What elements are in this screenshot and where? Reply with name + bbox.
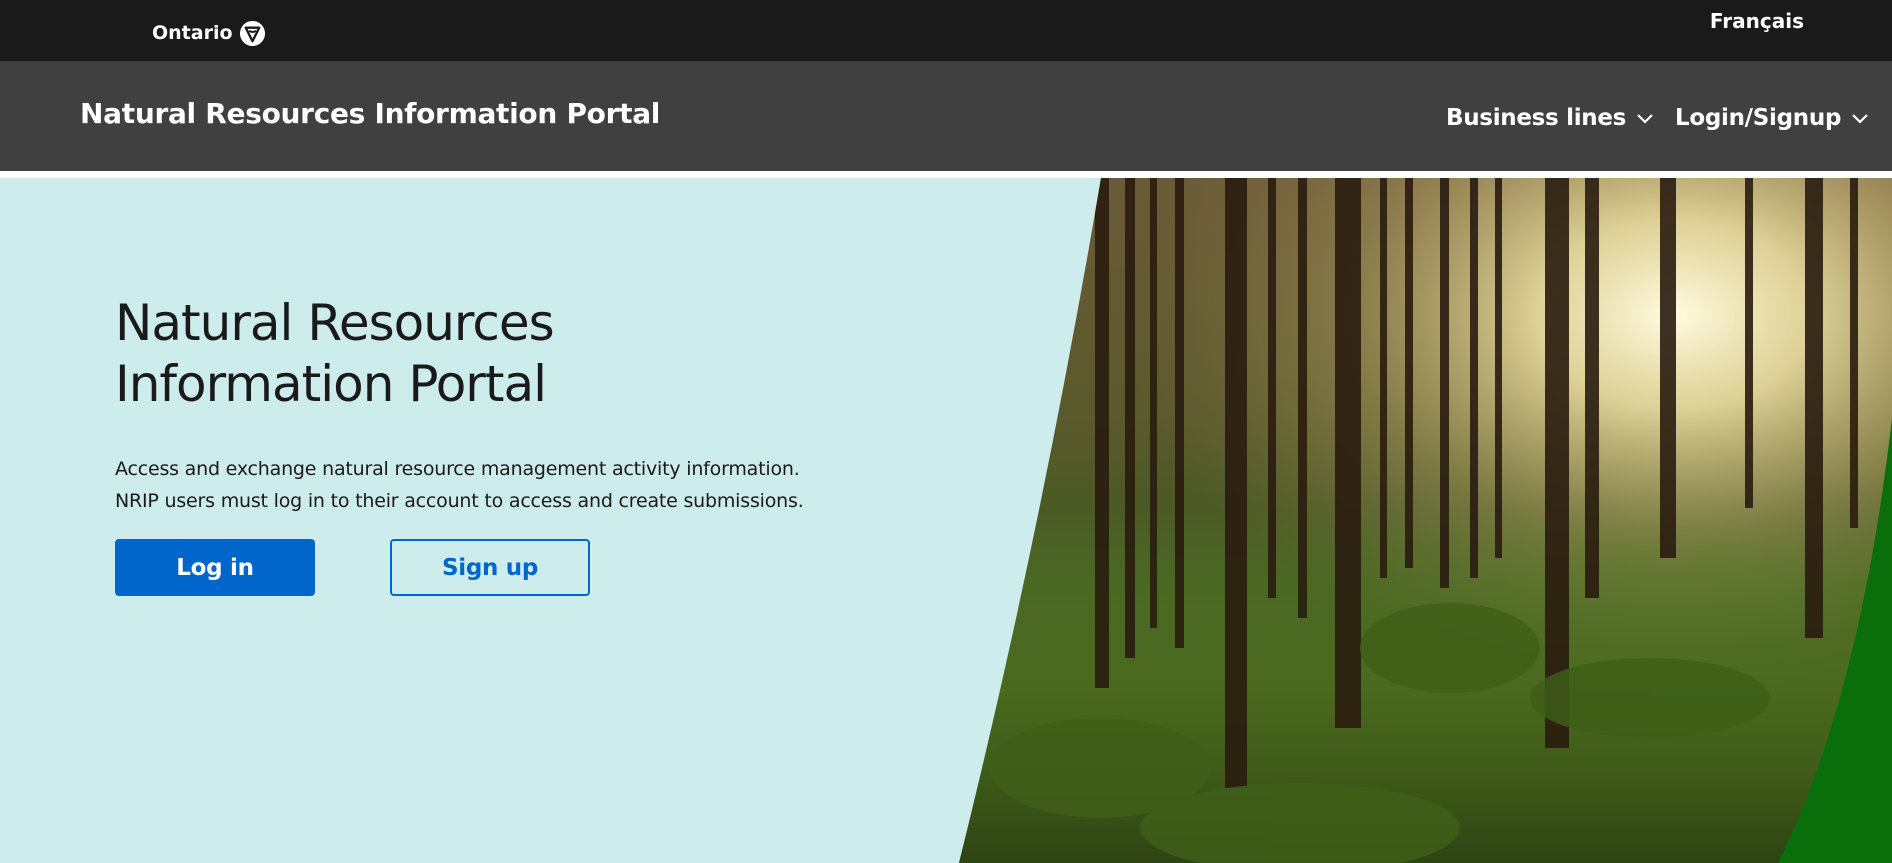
hero-description-line-1: Access and exchange natural resource man… bbox=[115, 458, 800, 480]
nav-login-signup[interactable]: Login/Signup bbox=[1675, 101, 1869, 135]
hero-title: Natural Resources Information Portal bbox=[115, 293, 735, 415]
nav-login-signup-label: Login/Signup bbox=[1675, 105, 1842, 131]
hero-description: Access and exchange natural resource man… bbox=[115, 453, 875, 517]
language-toggle-link[interactable]: Français bbox=[1710, 9, 1804, 33]
log-in-button[interactable]: Log in bbox=[115, 539, 315, 596]
sign-up-button[interactable]: Sign up bbox=[390, 539, 590, 596]
ontario-logo[interactable]: Ontario bbox=[152, 18, 266, 48]
trillium-icon bbox=[239, 20, 265, 46]
nav-business-lines[interactable]: Business lines bbox=[1446, 101, 1654, 135]
chevron-down-icon bbox=[1637, 114, 1653, 124]
nav-business-lines-label: Business lines bbox=[1446, 105, 1627, 131]
hero-title-line-2: Information Portal bbox=[115, 355, 547, 413]
header-divider bbox=[0, 171, 1892, 178]
site-title-link[interactable]: Natural Resources Information Portal bbox=[80, 97, 660, 130]
hero-description-line-2: NRIP users must log in to their account … bbox=[115, 490, 804, 512]
forest-photo bbox=[959, 178, 1892, 863]
site-header: Natural Resources Information Portal Bus… bbox=[0, 61, 1892, 171]
hero-section: Natural Resources Information Portal Acc… bbox=[0, 178, 1892, 863]
hero-title-line-1: Natural Resources bbox=[115, 294, 555, 352]
ontario-top-bar: Ontario Français bbox=[0, 0, 1892, 61]
chevron-down-icon bbox=[1852, 114, 1868, 124]
ontario-wordmark: Ontario bbox=[152, 22, 233, 44]
